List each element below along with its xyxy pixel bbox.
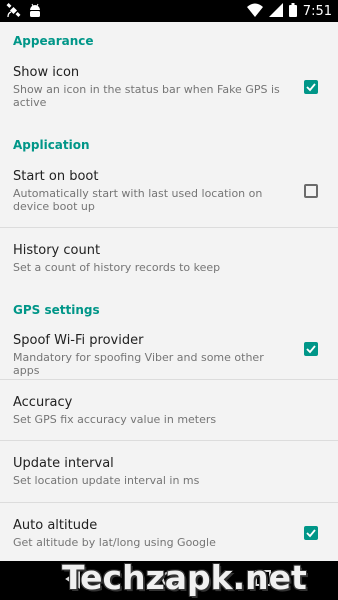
pref-summary: Mandatory for spoofing Viber and some ot…	[13, 351, 264, 377]
pref-summary: Show an icon in the status bar when Fake…	[13, 83, 280, 109]
category-application: Application	[13, 138, 90, 152]
pref-summary: Set a count of history records to keep	[13, 261, 221, 274]
show-icon-checkbox[interactable]	[304, 80, 318, 94]
status-time: 7:51	[302, 3, 332, 19]
pref-history-count[interactable]: History count Set a count of history rec…	[0, 228, 338, 288]
pref-update-interval[interactable]: Update interval Set location update inte…	[0, 441, 338, 502]
signal-icon	[268, 2, 283, 21]
pref-title: Auto altitude	[13, 518, 98, 533]
pref-accuracy[interactable]: Accuracy Set GPS fix accuracy value in m…	[0, 380, 338, 439]
pref-title: Show icon	[13, 65, 80, 80]
pref-title: Accuracy	[13, 395, 73, 410]
spoof-wifi-checkbox[interactable]	[304, 342, 318, 356]
pref-summary: Get altitude by lat/long using Google	[13, 536, 216, 549]
pref-summary: Set location update interval in ms	[13, 474, 200, 487]
pref-title: History count	[13, 243, 101, 258]
satellite-icon	[6, 3, 22, 23]
category-gps-settings: GPS settings	[13, 303, 100, 317]
pref-show-icon[interactable]: Show icon Show an icon in the status bar…	[0, 56, 338, 128]
auto-altitude-checkbox[interactable]	[304, 526, 318, 540]
status-bar: 7:51	[0, 0, 338, 22]
watermark-text: Techzapk.net	[62, 558, 307, 597]
pref-title: Update interval	[13, 456, 114, 471]
pref-title: Start on boot	[13, 169, 99, 184]
start-on-boot-checkbox[interactable]	[304, 184, 318, 198]
battery-icon	[288, 2, 297, 21]
pref-auto-altitude[interactable]: Auto altitude Get altitude by lat/long u…	[0, 503, 338, 561]
pref-title: Spoof Wi-Fi provider	[13, 333, 144, 348]
wifi-icon	[246, 2, 263, 21]
category-appearance: Appearance	[13, 34, 94, 48]
pref-summary: Set GPS fix accuracy value in meters	[13, 413, 217, 426]
pref-summary: Automatically start with last used locat…	[13, 187, 263, 213]
settings-list: Appearance Show icon Show an icon in the…	[0, 22, 338, 561]
pref-spoof-wifi[interactable]: Spoof Wi-Fi provider Mandatory for spoof…	[0, 324, 338, 379]
android-icon	[28, 3, 42, 23]
pref-start-on-boot[interactable]: Start on boot Automatically start with l…	[0, 160, 338, 227]
